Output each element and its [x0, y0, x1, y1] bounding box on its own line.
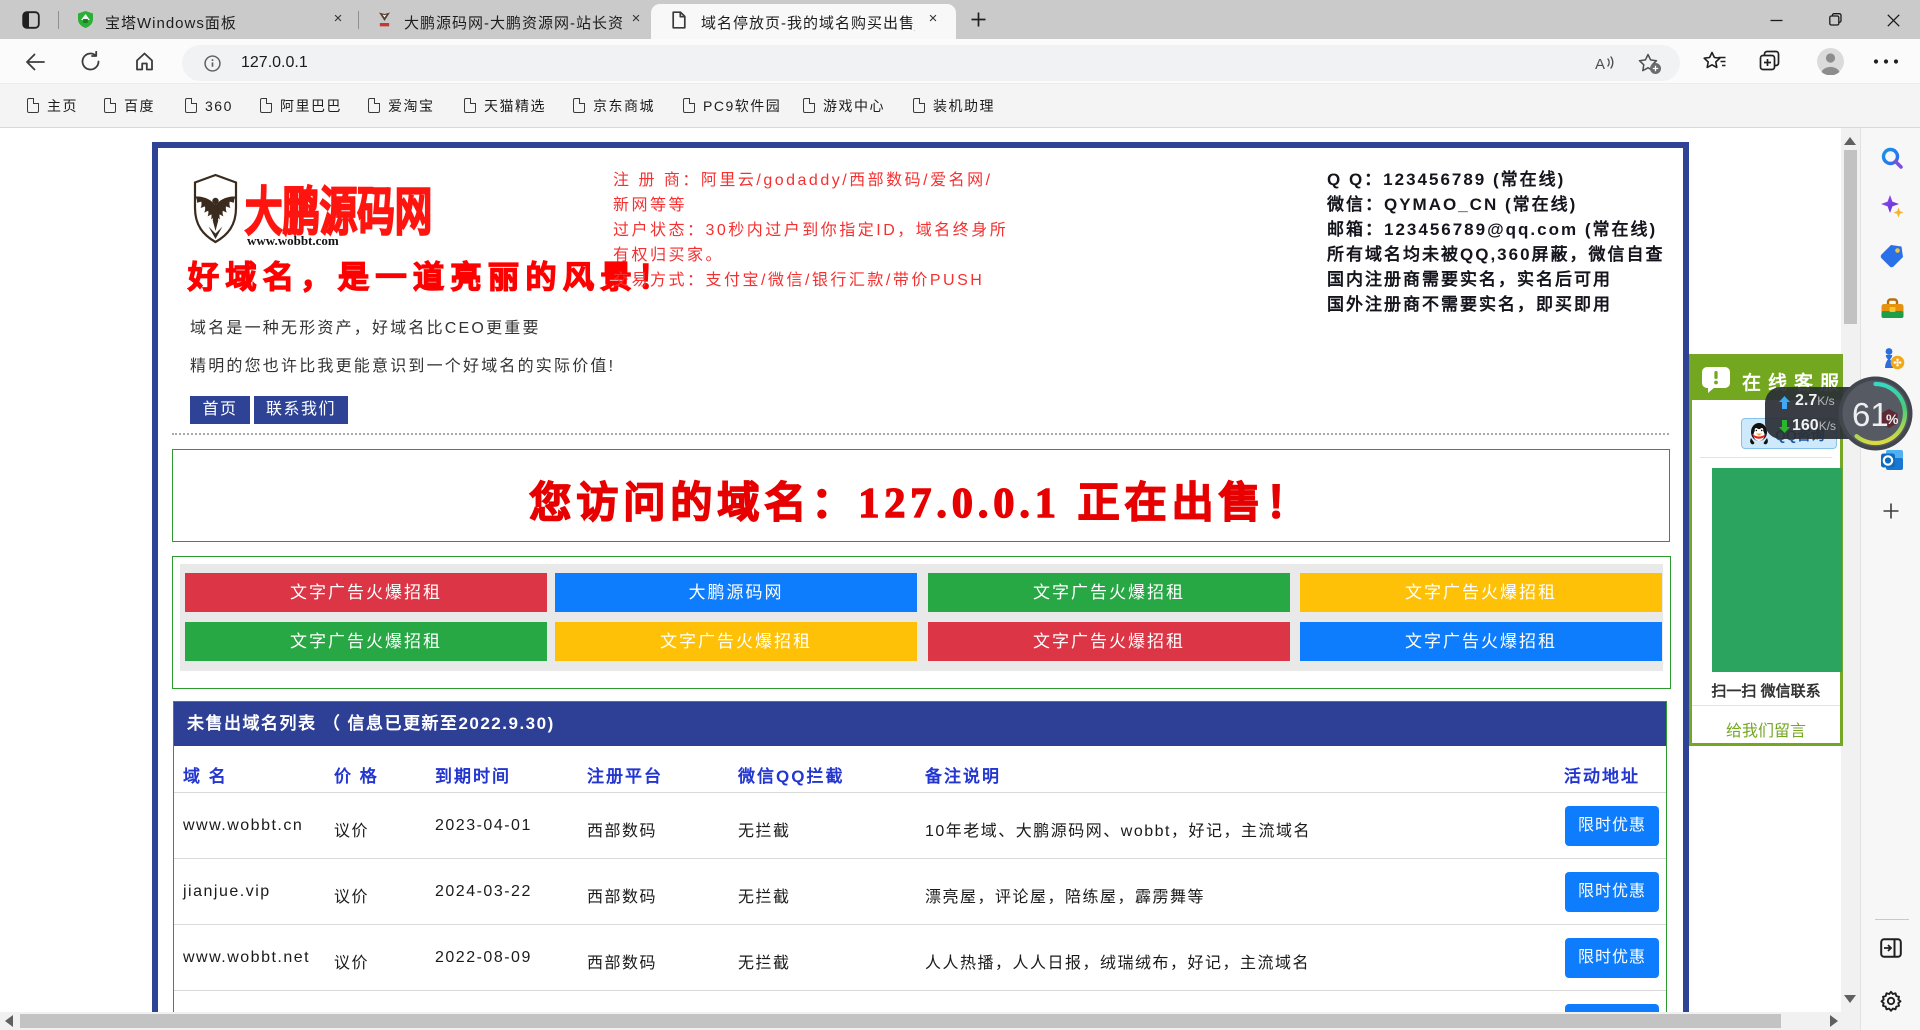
svg-text:%: %: [1886, 411, 1899, 427]
svg-text:61: 61: [1852, 396, 1889, 433]
svg-text:A: A: [1595, 56, 1605, 73]
